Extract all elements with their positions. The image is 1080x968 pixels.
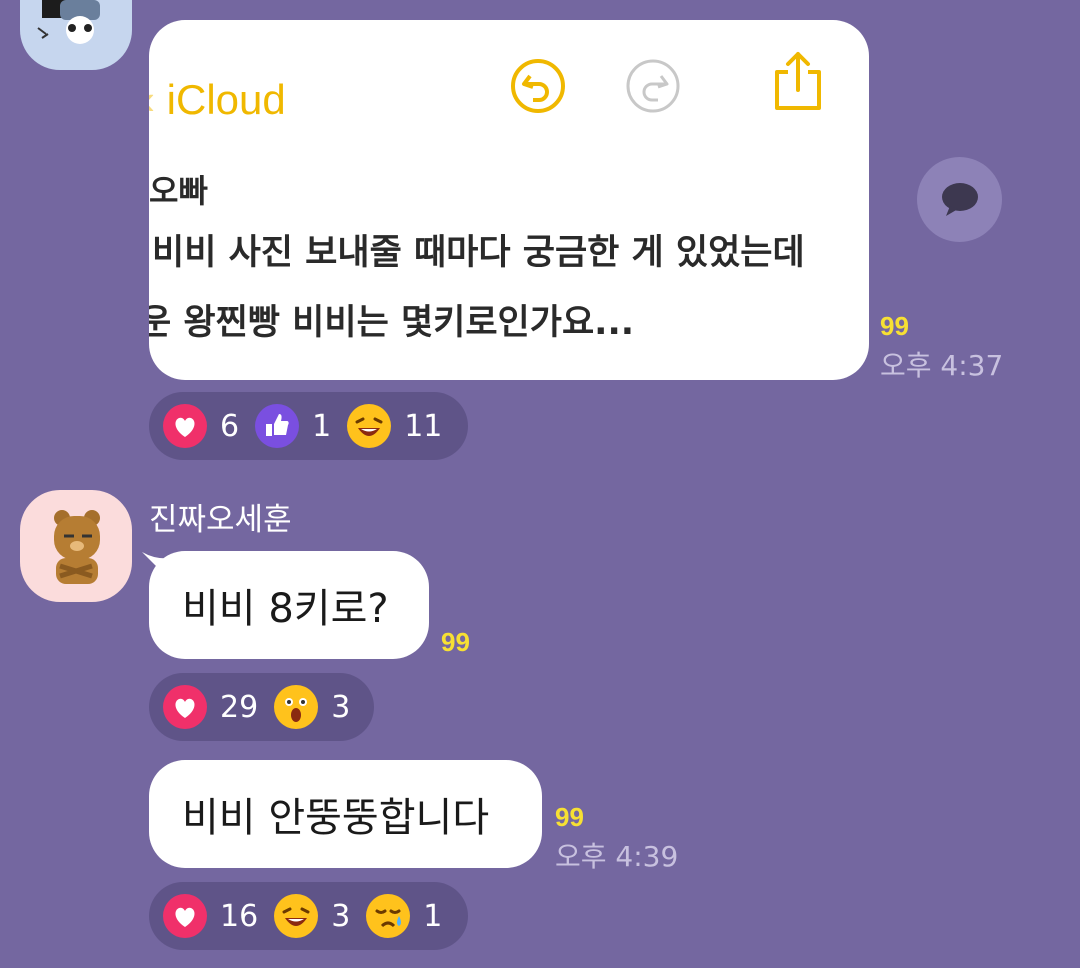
shared-image[interactable]: ‹ iCloud 오빠 비비 사진 보내줄 때마다 궁금한 게 있었는데 운 왕… <box>149 20 869 380</box>
reaction-laughing[interactable]: 3 <box>274 894 350 938</box>
message-time: 오후 4:39 <box>555 840 679 873</box>
reaction-crying[interactable]: 1 <box>366 894 442 938</box>
reaction-count: 16 <box>220 898 259 934</box>
note-line: 운 왕찐빵 비비는 몇키로인가요... <box>149 303 635 343</box>
reaction-surprised[interactable]: 3 <box>274 685 350 729</box>
surprised-face-icon <box>274 685 319 729</box>
reaction-count: 3 <box>331 898 351 934</box>
reaction-laughing[interactable]: 11 <box>347 404 442 448</box>
message-bubble[interactable]: 비비 안뚱뚱합니다 <box>149 760 542 868</box>
reaction-bar[interactable]: 29 3 <box>149 673 374 741</box>
reaction-heart[interactable]: 29 <box>163 685 258 729</box>
reaction-count: 29 <box>220 689 259 725</box>
laughing-face-icon <box>347 404 392 448</box>
unread-count: 99 <box>441 627 470 657</box>
reaction-count: 3 <box>331 689 351 725</box>
thumbs-up-icon <box>255 404 300 448</box>
reaction-count: 11 <box>404 408 443 444</box>
reaction-thumbs-up[interactable]: 1 <box>255 404 331 448</box>
unread-count: 99 <box>555 802 584 832</box>
crying-face-icon <box>366 894 411 938</box>
sender-name: 진짜오세훈 <box>149 502 292 538</box>
reaction-bar[interactable]: 6 1 11 <box>149 392 468 460</box>
reaction-count: 1 <box>312 408 332 444</box>
laughing-face-icon <box>274 894 319 938</box>
reaction-count: 1 <box>423 898 443 934</box>
message-bubble[interactable]: 비비 8키로? <box>149 551 429 659</box>
redo-icon <box>626 59 680 113</box>
unread-count: 99 <box>880 311 909 341</box>
heart-icon <box>163 404 207 448</box>
heart-icon <box>163 685 207 729</box>
share-icon <box>775 52 821 110</box>
avatar[interactable] <box>20 490 132 602</box>
speech-bubble-icon <box>942 183 978 216</box>
reaction-bar[interactable]: 16 3 1 <box>149 882 468 950</box>
character-avatar-icon <box>37 0 100 44</box>
icloud-back-label: ‹ iCloud <box>149 76 286 123</box>
undo-icon <box>511 59 565 113</box>
bear-character-icon <box>54 510 100 584</box>
avatar[interactable] <box>20 0 132 70</box>
reaction-heart[interactable]: 6 <box>163 404 239 448</box>
message-time: 오후 4:37 <box>880 349 1004 382</box>
reaction-count: 6 <box>220 408 240 444</box>
comment-button[interactable] <box>917 157 1002 242</box>
note-line: 비비 사진 보내줄 때마다 궁금한 게 있었는데 <box>152 233 805 273</box>
note-line: 오빠 <box>149 172 208 210</box>
heart-icon <box>163 894 207 938</box>
reaction-heart[interactable]: 16 <box>163 894 258 938</box>
